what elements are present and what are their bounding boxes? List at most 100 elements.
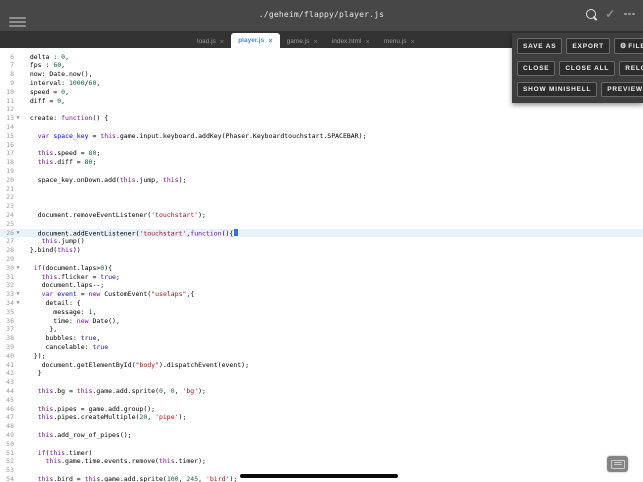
tab-close-icon[interactable]: × xyxy=(365,37,369,46)
file-button[interactable]: ⚙FILE xyxy=(613,38,643,54)
line-number: 43 xyxy=(6,378,14,387)
fold-gutter xyxy=(14,387,22,396)
code-line[interactable]: 51 if(this.timer) xyxy=(0,449,643,458)
fold-gutter xyxy=(14,176,22,185)
save-as-button[interactable]: SAVE AS xyxy=(517,38,563,54)
button-label: RELOAD xyxy=(625,64,643,72)
check-icon[interactable]: ✓ xyxy=(605,8,615,20)
code-line[interactable]: 42 } xyxy=(0,369,643,378)
code-line[interactable]: 25 xyxy=(0,220,643,229)
fold-arrow-icon[interactable]: ▼ xyxy=(14,299,22,308)
file-actions-menu: SAVE AS EXPORT ⚙FILE CLOSE CLOSE ALL RELOAD SH… xyxy=(512,33,643,103)
code-line[interactable]: 48 xyxy=(0,422,643,431)
code-line[interactable]: 50 xyxy=(0,440,643,449)
fold-gutter xyxy=(14,97,22,106)
tab-label: index.html xyxy=(331,37,362,45)
code-line[interactable]: 21 xyxy=(0,185,643,194)
code-line[interactable]: 20 space_key.onDown.add(this.jump, this)… xyxy=(0,176,643,185)
code-text: cancelable: true xyxy=(22,342,109,351)
code-line[interactable]: 33 ▼ var event = new CustomEvent("uselaps… xyxy=(0,290,643,299)
code-text: message: 1, xyxy=(22,307,97,316)
tab-game-js[interactable]: game.js × xyxy=(280,34,325,48)
tab-index-html[interactable]: index.html × xyxy=(325,34,377,48)
home-indicator[interactable] xyxy=(240,474,398,478)
line-number: 42 xyxy=(6,369,14,378)
code-text: detail: { xyxy=(22,299,81,307)
topbar-actions: ✓ xyxy=(586,8,635,20)
code-line[interactable]: 39 cancelable: true xyxy=(0,343,643,352)
code-line[interactable]: 13 ▼ create: function() { xyxy=(0,114,643,123)
tab-close-icon[interactable]: × xyxy=(268,36,272,45)
code-line[interactable]: 30 ▼ if(document.laps>0){ xyxy=(0,264,643,273)
tab-menu-js[interactable]: menu.js × xyxy=(377,34,422,48)
fold-gutter xyxy=(14,369,22,378)
code-line[interactable]: 43 xyxy=(0,378,643,387)
code-line[interactable]: 36 time: new Date(), xyxy=(0,317,643,326)
preview-button[interactable]: PREVIEW xyxy=(601,82,643,97)
fold-arrow-icon[interactable]: ▼ xyxy=(14,264,22,273)
keyboard-dismiss-button[interactable] xyxy=(607,456,628,472)
button-label: EXPORT xyxy=(572,42,604,50)
line-number: 11 xyxy=(6,96,14,105)
code-line[interactable]: 29 xyxy=(0,255,643,264)
code-line[interactable]: 44 this.bg = this.game.add.sprite(0, 0, … xyxy=(0,387,643,396)
code-line[interactable]: 45 xyxy=(0,396,643,405)
more-options-icon[interactable] xyxy=(624,12,635,16)
code-text: this.game.time.events.remove(this.timer)… xyxy=(45,457,206,466)
fold-gutter xyxy=(14,105,22,114)
code-line[interactable]: 24 document.removeEventListener('touchst… xyxy=(0,211,643,220)
code-line[interactable]: 46 this.pipes = game.add.group(); xyxy=(0,405,643,414)
close-all-button[interactable]: CLOSE ALL xyxy=(559,60,616,76)
fold-gutter xyxy=(14,334,22,343)
fold-arrow-icon[interactable]: ▼ xyxy=(14,229,22,238)
menu-row: SAVE AS EXPORT ⚙FILE xyxy=(517,38,643,54)
code-line[interactable]: 15 var space_key = this.game.input.keybo… xyxy=(0,132,643,141)
line-number: 41 xyxy=(6,360,14,369)
show-minishell-button[interactable]: SHOW MINISHELL xyxy=(517,82,598,97)
fold-gutter xyxy=(14,237,22,246)
code-line[interactable]: 19 xyxy=(0,167,643,176)
tab-player-js[interactable]: player.js × xyxy=(231,33,280,48)
line-number: 14 xyxy=(6,123,14,132)
tab-load-js[interactable]: load.js × xyxy=(190,34,231,48)
code-line[interactable]: 52 this.game.time.events.remove(this.tim… xyxy=(0,457,643,466)
code-line[interactable]: 16 xyxy=(0,141,643,150)
code-line[interactable]: 26 ▼ document.addEventListener('touchstar… xyxy=(0,228,643,238)
code-line[interactable]: 37 }, xyxy=(0,325,643,334)
fold-arrow-icon[interactable]: ▼ xyxy=(14,290,22,299)
fold-gutter xyxy=(14,193,22,202)
tab-close-icon[interactable]: × xyxy=(313,37,317,46)
line-number: 47 xyxy=(6,413,14,422)
code-line[interactable]: 14 xyxy=(0,123,643,132)
close-button[interactable]: CLOSE xyxy=(517,60,556,76)
code-line[interactable]: 22 xyxy=(0,193,643,202)
code-line[interactable]: 18 this.diff = 80; xyxy=(0,158,643,167)
code-line[interactable]: 32 document.laps--; xyxy=(0,281,643,290)
code-editor[interactable]: 6 delta : 0, 7 fps : 60, 8 now: Date.now()… xyxy=(0,48,643,482)
code-line[interactable]: 49 this.add_row_of_pipes(); xyxy=(0,431,643,440)
code-line[interactable]: 17 this.speed = 80; xyxy=(0,149,643,158)
code-line[interactable]: 12 xyxy=(0,105,643,114)
code-line[interactable]: 38 bubbles: true, xyxy=(0,334,643,343)
export-button[interactable]: EXPORT xyxy=(566,38,610,54)
fold-arrow-icon[interactable]: ▼ xyxy=(14,114,22,123)
code-line[interactable]: 35 message: 1, xyxy=(0,308,643,317)
code-line[interactable]: 27 this.jump() xyxy=(0,237,643,246)
tab-label: game.js xyxy=(286,37,310,45)
search-icon[interactable] xyxy=(586,9,597,19)
code-line[interactable]: 47 this.pipes.createMultiple(20, 'pipe')… xyxy=(0,413,643,422)
code-line[interactable]: 41 document.getElementById("body").dispa… xyxy=(0,361,643,370)
tab-close-icon[interactable]: × xyxy=(220,37,224,46)
reload-button[interactable]: RELOAD xyxy=(619,60,643,76)
line-number: 49 xyxy=(6,430,14,439)
code-line[interactable]: 23 xyxy=(0,202,643,211)
tab-close-icon[interactable]: × xyxy=(411,37,415,46)
code-line[interactable]: 31 this.flicker = true; xyxy=(0,273,643,282)
code-line[interactable]: 40 }); xyxy=(0,352,643,361)
line-number: 25 xyxy=(6,219,14,228)
code-line[interactable]: 34 ▼ detail: { xyxy=(0,299,643,308)
code-text: document.laps--; xyxy=(22,281,105,290)
code-line[interactable]: 28 }.bind(this)) xyxy=(0,246,643,255)
file-path-title: ./geheim/flappy/player.js xyxy=(258,10,385,19)
fold-gutter xyxy=(14,413,22,422)
